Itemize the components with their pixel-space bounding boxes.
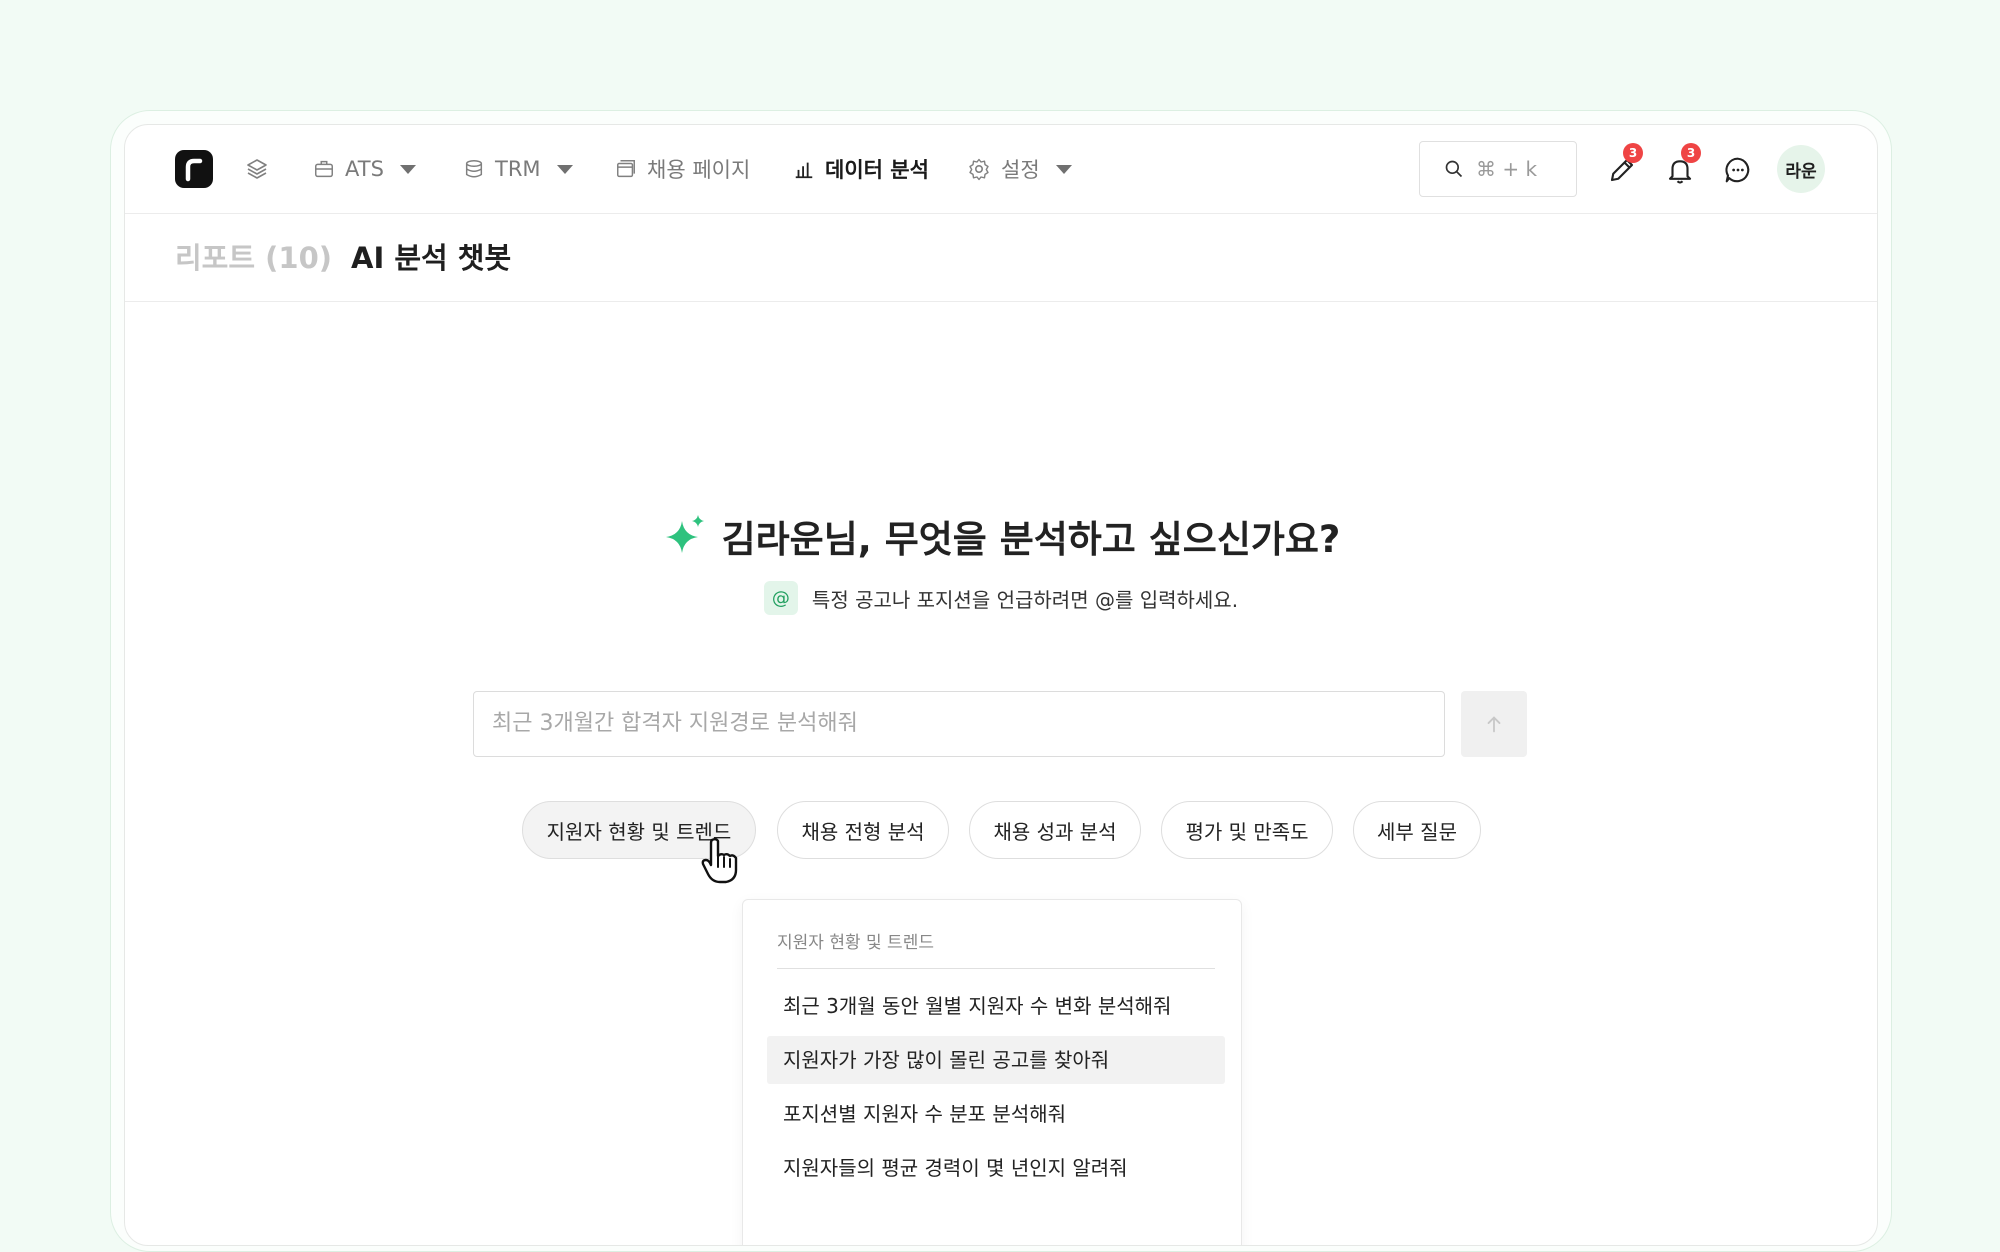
dropdown-item[interactable]: 지원자들의 평균 경력이 몇 년인지 알려줘 (767, 1144, 1225, 1192)
chip-evaluation-satisfaction[interactable]: 평가 및 만족도 (1161, 801, 1333, 859)
nav-ats[interactable]: ATS (313, 125, 416, 213)
edit-button[interactable]: 3 (1603, 143, 1643, 189)
notifications-badge: 3 (1681, 143, 1701, 163)
send-button[interactable] (1461, 691, 1527, 757)
dropdown-header: 지원자 현황 및 트렌드 (777, 928, 1215, 969)
top-nav-bar: ATS TRM 채용 페이지 데이터 분석 설정 ⌘ + k 3 3 라운 (125, 125, 1877, 214)
search-box[interactable]: ⌘ + k (1419, 141, 1577, 197)
sparkle-icon (665, 515, 704, 553)
nav-career-page[interactable]: 채용 페이지 (615, 125, 750, 213)
nav-trm[interactable]: TRM (463, 125, 573, 213)
gear-icon (969, 158, 989, 181)
mention-hint-text: 특정 공고나 포지션을 언급하려면 @를 입력하세요. (811, 587, 1239, 612)
chevron-down-icon (399, 164, 416, 174)
chevron-down-icon (556, 164, 573, 174)
nav-trm-label: TRM (495, 157, 541, 181)
chip-detailed-questions[interactable]: 세부 질문 (1353, 801, 1481, 859)
search-shortcut: ⌘ + k (1476, 157, 1538, 181)
nav-settings-label: 설정 (1001, 158, 1040, 182)
suggestion-dropdown: 지원자 현황 및 트렌드 최근 3개월 동안 월별 지원자 수 변화 분석해줘 … (742, 899, 1242, 1245)
nav-career-page-label: 채용 페이지 (647, 158, 751, 182)
edit-badge: 3 (1623, 143, 1643, 163)
arrow-up-icon (1487, 716, 1501, 733)
layers-nav[interactable] (245, 125, 269, 213)
layers-icon (247, 159, 267, 179)
dropdown-item[interactable]: 지원자가 가장 많이 몰린 공고를 찾아줘 (767, 1036, 1225, 1084)
greeting-text: 김라운님, 무엇을 분석하고 싶으신가요? (721, 518, 1341, 561)
nav-data-analysis-label: 데이터 분석 (825, 158, 929, 182)
notifications-button[interactable]: 3 (1661, 143, 1701, 189)
search-icon (1445, 160, 1463, 178)
avatar[interactable]: 라운 (1777, 145, 1825, 193)
tab-reports[interactable]: 리포트 (10) (175, 235, 332, 277)
database-icon (465, 160, 483, 178)
at-sign-icon: @ (763, 581, 798, 615)
app-window: ATS TRM 채용 페이지 데이터 분석 설정 ⌘ + k 3 3 라운 리포… (124, 124, 1878, 1246)
nav-settings[interactable]: 설정 (967, 125, 1072, 213)
mention-hint: @ 특정 공고나 포지션을 언급하려면 @를 입력하세요. (125, 581, 1877, 615)
chip-hiring-process[interactable]: 채용 전형 분석 (777, 801, 949, 859)
briefcase-icon (315, 160, 333, 178)
chat-input[interactable]: 최근 3개월간 합격자 지원경로 분석해줘 (473, 691, 1445, 757)
nav-ats-label: ATS (345, 157, 384, 181)
chip-hiring-performance[interactable]: 채용 성과 분석 (969, 801, 1141, 859)
greeting-heading: 김라운님, 무엇을 분석하고 싶으신가요? (125, 509, 1877, 568)
chat-icon (1725, 157, 1750, 183)
hand-pointer-icon (701, 838, 738, 884)
logo-icon[interactable] (175, 150, 213, 188)
nav-data-analysis[interactable]: 데이터 분석 (793, 125, 929, 213)
chevron-down-icon (1055, 164, 1072, 174)
dropdown-item[interactable]: 최근 3개월 동안 월별 지원자 수 변화 분석해줘 (767, 982, 1225, 1030)
chat-button[interactable] (1719, 149, 1759, 189)
sub-tab-bar: 리포트 (10) AI 분석 챗봇 (125, 213, 1877, 302)
dropdown-item[interactable]: 포지션별 지원자 수 분포 분석해줘 (767, 1090, 1225, 1138)
bar-chart-icon (795, 162, 813, 179)
window-icon (617, 160, 635, 178)
tab-ai-chatbot[interactable]: AI 분석 챗봇 (351, 235, 511, 277)
